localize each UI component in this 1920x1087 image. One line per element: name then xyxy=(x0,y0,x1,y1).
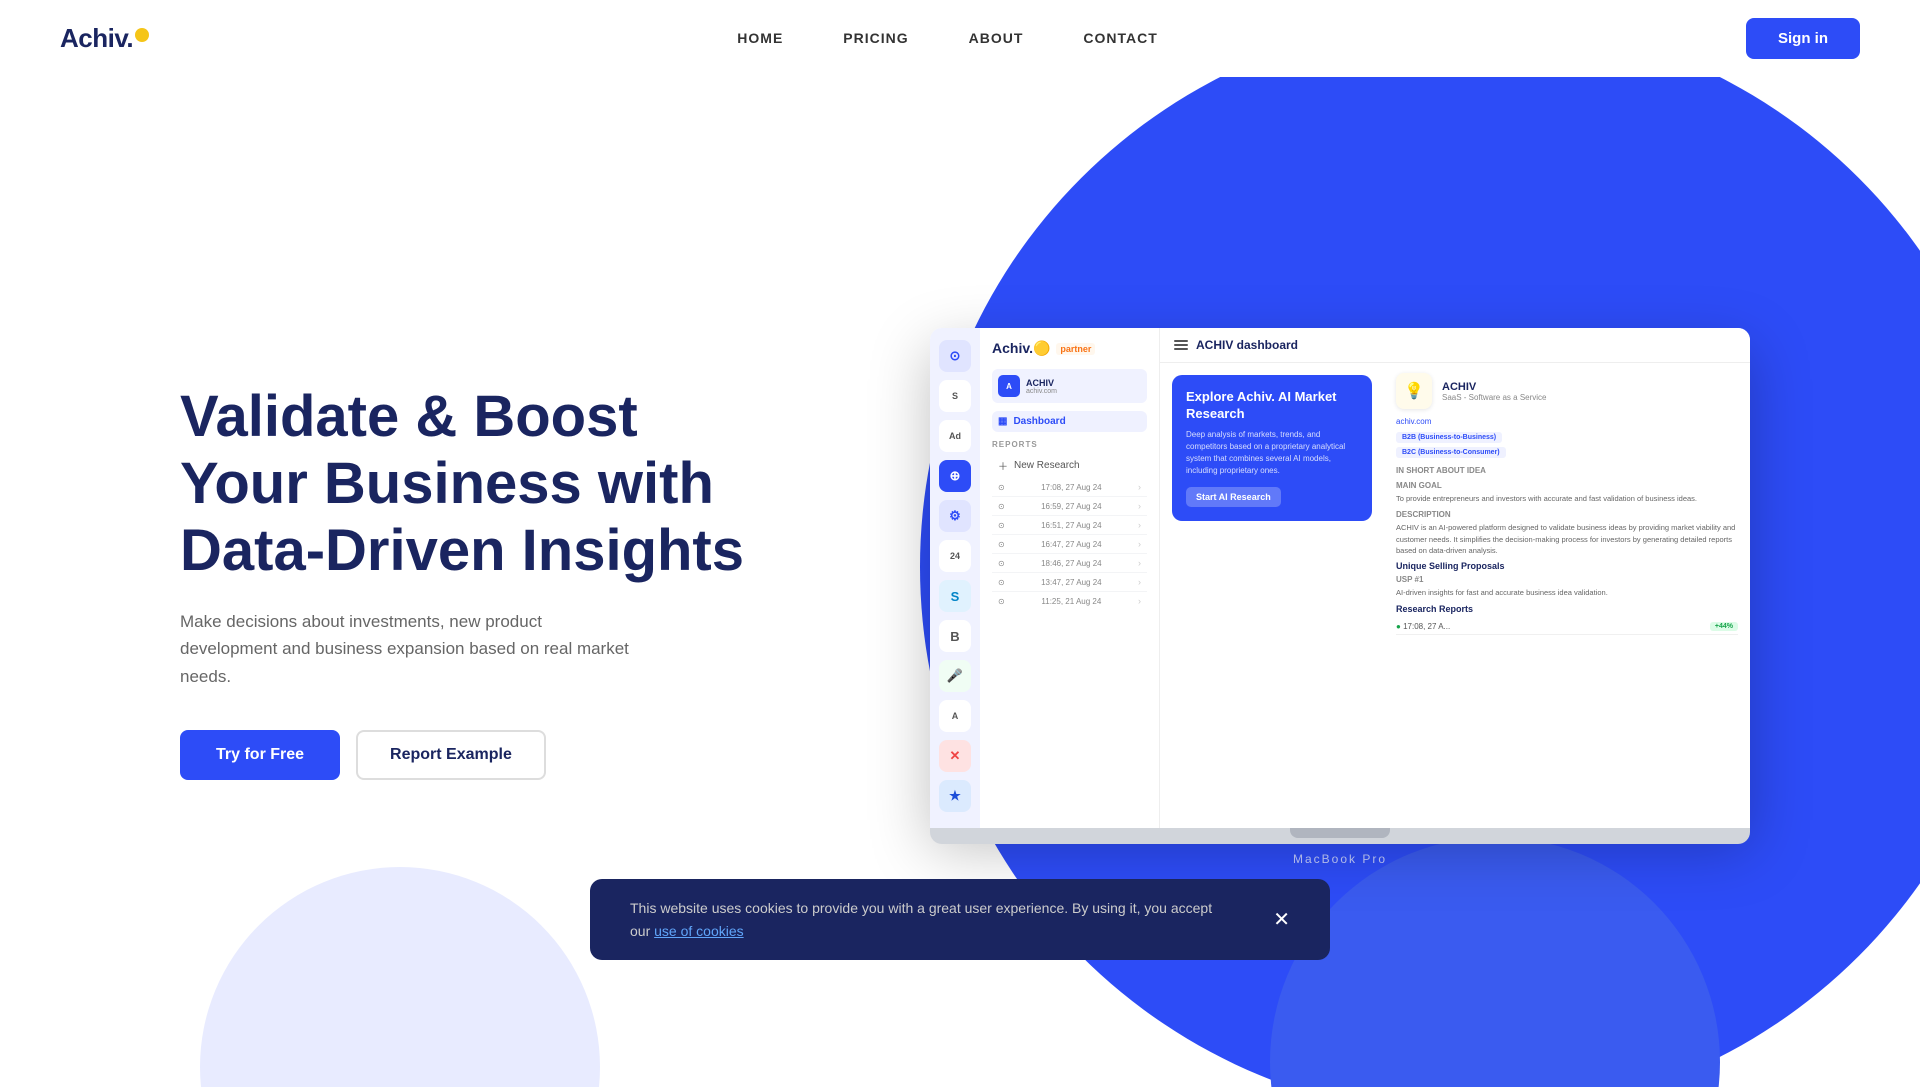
company-name: ACHIV xyxy=(1442,381,1547,393)
sidebar-icon-active: ⊕ xyxy=(939,460,971,492)
dashboard-right-panel: ACHIV dashboard Explore Achiv. AI Market… xyxy=(1160,328,1750,828)
dashboard-inner: ⊙ S Ad ⊕ ⚙ 24 S B 🎤 A ✕ ★ xyxy=(930,328,1750,828)
desc-label: Description xyxy=(1396,510,1738,519)
dashboard-promo: Explore Achiv. AI Market Research Deep a… xyxy=(1172,375,1372,521)
promo-desc: Deep analysis of markets, trends, and co… xyxy=(1186,429,1358,477)
usp1-text: AI-driven insights for fast and accurate… xyxy=(1396,587,1738,598)
report-item-2[interactable]: ⊙ 16:59, 27 Aug 24 › xyxy=(992,497,1147,516)
report-example-button[interactable]: Report Example xyxy=(356,730,546,780)
dashboard-detail: 💡 ACHIV SaaS - Software as a Service ach… xyxy=(1384,363,1750,828)
dashboard-left-panel: Achiv.🟡 partner A ACHIV achiv.com xyxy=(980,328,1160,828)
bottom-circle-left xyxy=(200,867,600,1087)
hero-left-content: Validate & Boost Your Business with Data… xyxy=(180,384,780,780)
hero-buttons: Try for Free Report Example xyxy=(180,730,780,780)
company-badges: B2B (Business-to-Business) xyxy=(1396,432,1738,443)
dashboard-logo-row: Achiv.🟡 partner xyxy=(992,340,1147,357)
sidebar-icon-s: S xyxy=(939,380,971,412)
dashboard-logo-text: Achiv.🟡 xyxy=(992,340,1050,357)
nav-home[interactable]: HOME xyxy=(737,30,783,46)
dashboard-report-list: ⊙ 17:08, 27 Aug 24 › ⊙ 16:59, 27 Aug 24 … xyxy=(992,478,1147,610)
report-item-7[interactable]: ⊙ 11:25, 21 Aug 24 › xyxy=(992,592,1147,610)
dashboard-header: ACHIV dashboard xyxy=(1160,328,1750,363)
dashboard-sidebar-icons: ⊙ S Ad ⊕ ⚙ 24 S B 🎤 A ✕ ★ xyxy=(930,328,980,828)
hero-right-content: ⊙ S Ad ⊕ ⚙ 24 S B 🎤 A ✕ ★ xyxy=(820,298,1860,866)
dashboard-company-url: achiv.com xyxy=(1026,388,1057,395)
company-sub: SaaS - Software as a Service xyxy=(1442,393,1547,402)
dashboard-logo-badge: partner xyxy=(1056,343,1095,355)
hero-title: Validate & Boost Your Business with Data… xyxy=(180,384,780,584)
usp1-label: USP #1 xyxy=(1396,575,1738,584)
laptop-notch xyxy=(1290,828,1390,838)
research-report-time: ● 17:08, 27 A... xyxy=(1396,622,1450,631)
report-item-4[interactable]: ⊙ 16:47, 27 Aug 24 › xyxy=(992,535,1147,554)
cookie-banner: This website uses cookies to provide you… xyxy=(590,879,1330,960)
nav-pricing[interactable]: PRICING xyxy=(843,30,908,46)
sidebar-icon-blue: ★ xyxy=(939,780,971,812)
dashboard-company-row: A ACHIV achiv.com xyxy=(992,369,1147,403)
dashboard-company-icon: A xyxy=(998,375,1020,397)
dashboard-company-name: ACHIV xyxy=(1026,378,1057,388)
sidebar-icon-b: B xyxy=(939,620,971,652)
badge-b2c: B2C (Business-to-Consumer) xyxy=(1396,447,1506,458)
report-item-6[interactable]: ⊙ 13:47, 27 Aug 24 › xyxy=(992,573,1147,592)
cookie-link[interactable]: use of cookies xyxy=(654,923,744,939)
research-report-badge: +44% xyxy=(1710,622,1738,631)
idea-section: In short about Idea xyxy=(1396,466,1738,475)
detail-company-card: 💡 ACHIV SaaS - Software as a Service xyxy=(1396,373,1738,409)
nav-about[interactable]: ABOUT xyxy=(969,30,1024,46)
sidebar-icon-1: ⊙ xyxy=(939,340,971,372)
laptop-wrapper: ⊙ S Ad ⊕ ⚙ 24 S B 🎤 A ✕ ★ xyxy=(930,328,1750,866)
dashboard-section-reports: REPORTS xyxy=(992,440,1147,449)
usp-title: Unique Selling Proposals xyxy=(1396,561,1738,571)
promo-title: Explore Achiv. AI Market Research xyxy=(1186,389,1358,423)
research-report-item[interactable]: ● 17:08, 27 A... +44% xyxy=(1396,619,1738,635)
macbook-label: MacBook Pro xyxy=(930,852,1750,866)
sidebar-icon-mic: 🎤 xyxy=(939,660,971,692)
company-link[interactable]: achiv.com xyxy=(1396,417,1738,426)
logo-dot xyxy=(135,28,149,42)
nav-links: HOME PRICING ABOUT CONTACT xyxy=(737,30,1158,48)
report-item-5[interactable]: ⊙ 18:46, 27 Aug 24 › xyxy=(992,554,1147,573)
sidebar-icon-s2: S xyxy=(939,580,971,612)
badge-b2b: B2B (Business-to-Business) xyxy=(1396,432,1502,443)
sidebar-icon-24: 24 xyxy=(939,540,971,572)
sign-in-button[interactable]: Sign in xyxy=(1746,18,1860,59)
laptop-base xyxy=(930,828,1750,844)
company-logo-icon: 💡 xyxy=(1396,373,1432,409)
goal-text: To provide entrepreneurs and investors w… xyxy=(1396,493,1738,504)
goal-label: Main Goal xyxy=(1396,481,1738,490)
sidebar-icon-a: A xyxy=(939,700,971,732)
report-item-1[interactable]: ⊙ 17:08, 27 Aug 24 › xyxy=(992,478,1147,497)
hamburger-icon xyxy=(1174,340,1188,350)
cookie-text: This website uses cookies to provide you… xyxy=(630,897,1233,942)
research-reports-title: Research Reports xyxy=(1396,604,1738,614)
dashboard-menu-new-research[interactable]: ＋ New Research xyxy=(992,453,1147,478)
sidebar-icon-ad: Ad xyxy=(939,420,971,452)
try-free-button[interactable]: Try for Free xyxy=(180,730,340,780)
sidebar-icon-settings: ⚙ xyxy=(939,500,971,532)
report-item-3[interactable]: ⊙ 16:51, 27 Aug 24 › xyxy=(992,516,1147,535)
start-ai-research-button[interactable]: Start AI Research xyxy=(1186,487,1281,507)
logo[interactable]: Achiv. xyxy=(60,23,149,54)
navbar: Achiv. HOME PRICING ABOUT CONTACT Sign i… xyxy=(0,0,1920,77)
cookie-close-button[interactable]: ✕ xyxy=(1273,907,1290,932)
desc-text: ACHIV is an AI-powered platform designed… xyxy=(1396,522,1738,556)
sidebar-icon-red: ✕ xyxy=(939,740,971,772)
dashboard-title: ACHIV dashboard xyxy=(1196,338,1298,352)
hero-subtitle: Make decisions about investments, new pr… xyxy=(180,608,640,690)
logo-text: Achiv. xyxy=(60,23,133,54)
research-reports-section: Research Reports ● 17:08, 27 A... +44% xyxy=(1396,604,1738,635)
dashboard-content: Explore Achiv. AI Market Research Deep a… xyxy=(1160,363,1750,828)
dashboard-screen: ⊙ S Ad ⊕ ⚙ 24 S B 🎤 A ✕ ★ xyxy=(930,328,1750,828)
nav-contact[interactable]: CONTACT xyxy=(1083,30,1157,46)
dashboard-menu-dashboard[interactable]: ▦ Dashboard xyxy=(992,411,1147,432)
company-badges-2: B2C (Business-to-Consumer) xyxy=(1396,447,1738,458)
idea-label: In short about Idea xyxy=(1396,466,1738,475)
